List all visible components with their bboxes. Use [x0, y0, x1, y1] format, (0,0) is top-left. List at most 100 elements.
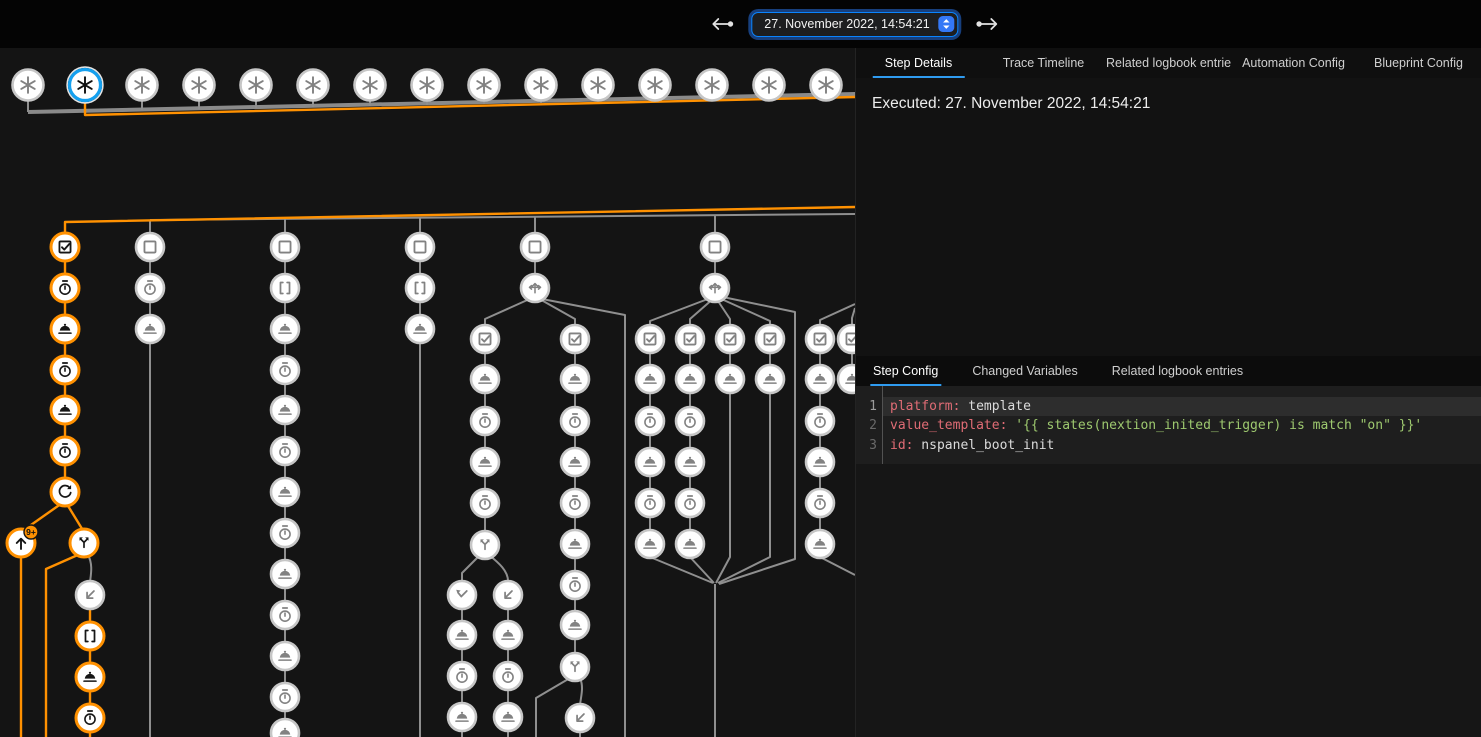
- node-asterisk[interactable]: [298, 70, 329, 101]
- node-call-split[interactable]: [70, 529, 98, 557]
- node-timer[interactable]: [494, 662, 522, 690]
- node-service[interactable]: [806, 448, 834, 476]
- node-choose[interactable]: [701, 274, 729, 302]
- node-timer[interactable]: [806, 489, 834, 517]
- node-checkbox-blank[interactable]: [136, 233, 164, 261]
- node-call-split[interactable]: [471, 531, 499, 559]
- node-asterisk[interactable]: [67, 67, 103, 103]
- node-service[interactable]: [636, 448, 664, 476]
- node-checkbox-marked[interactable]: [676, 325, 704, 353]
- select-stepper-icon[interactable]: [939, 16, 955, 32]
- node-checkbox-marked[interactable]: [471, 325, 499, 353]
- node-asterisk[interactable]: [13, 70, 44, 101]
- code-line[interactable]: id: nspanel_boot_init: [883, 436, 1481, 455]
- node-refresh[interactable]: [51, 478, 79, 506]
- node-timer[interactable]: [271, 519, 299, 547]
- tab-related-logbook-entries[interactable]: Related logbook entries: [1106, 48, 1231, 78]
- node-timer[interactable]: [471, 407, 499, 435]
- node-service[interactable]: [136, 315, 164, 343]
- next-trace-button[interactable]: [974, 14, 1004, 34]
- node-timer[interactable]: [636, 489, 664, 517]
- node-service[interactable]: [561, 365, 589, 393]
- node-service[interactable]: [494, 703, 522, 731]
- node-service[interactable]: [51, 396, 79, 424]
- trace-date-selector[interactable]: 27. November 2022, 14:54:21: [751, 12, 958, 37]
- node-checkbox-blank[interactable]: [406, 233, 434, 261]
- node-checkbox-marked[interactable]: [636, 325, 664, 353]
- tab-automation-config[interactable]: Automation Config: [1231, 48, 1356, 78]
- tab-related-logbook-entries[interactable]: Related logbook entries: [1095, 356, 1260, 386]
- code-editor[interactable]: 123 platform: templatevalue_template: '{…: [856, 386, 1481, 464]
- prev-trace-button[interactable]: [706, 14, 736, 34]
- node-asterisk[interactable]: [127, 70, 158, 101]
- node-brackets[interactable]: [76, 622, 104, 650]
- node-asterisk[interactable]: [412, 70, 443, 101]
- node-arrow-bottom-left[interactable]: [494, 581, 522, 609]
- node-timer[interactable]: [51, 437, 79, 465]
- node-service[interactable]: [471, 365, 499, 393]
- node-checkbox-marked[interactable]: [51, 233, 79, 261]
- node-timer[interactable]: [636, 407, 664, 435]
- node-arrow-bottom-left[interactable]: [76, 581, 104, 609]
- node-service[interactable]: [51, 315, 79, 343]
- node-service[interactable]: [838, 365, 855, 393]
- node-check-arrow[interactable]: [448, 581, 476, 609]
- node-asterisk[interactable]: [184, 70, 215, 101]
- node-choose[interactable]: [521, 274, 549, 302]
- node-timer[interactable]: [51, 356, 79, 384]
- tab-changed-variables[interactable]: Changed Variables: [955, 356, 1094, 386]
- node-service[interactable]: [676, 530, 704, 558]
- node-service[interactable]: [561, 611, 589, 639]
- node-asterisk[interactable]: [526, 70, 557, 101]
- node-service[interactable]: [406, 315, 434, 343]
- node-checkbox-blank[interactable]: [271, 233, 299, 261]
- tab-step-details[interactable]: Step Details: [856, 48, 981, 78]
- node-timer[interactable]: [271, 356, 299, 384]
- node-service[interactable]: [271, 315, 299, 343]
- node-timer[interactable]: [76, 704, 104, 732]
- node-checkbox-marked[interactable]: [561, 325, 589, 353]
- node-service[interactable]: [271, 560, 299, 588]
- node-timer[interactable]: [676, 489, 704, 517]
- node-service[interactable]: [271, 478, 299, 506]
- tab-blueprint-config[interactable]: Blueprint Config: [1356, 48, 1481, 78]
- node-timer[interactable]: [51, 274, 79, 302]
- node-checkbox-marked[interactable]: [838, 325, 855, 353]
- node-arrow-bottom-left[interactable]: [566, 704, 594, 732]
- node-service[interactable]: [806, 530, 834, 558]
- node-checkbox-marked[interactable]: [806, 325, 834, 353]
- node-checkbox-blank[interactable]: [701, 233, 729, 261]
- node-service[interactable]: [76, 663, 104, 691]
- node-checkbox-marked[interactable]: [716, 325, 744, 353]
- node-service[interactable]: [716, 365, 744, 393]
- tab-trace-timeline[interactable]: Trace Timeline: [981, 48, 1106, 78]
- node-service[interactable]: [471, 448, 499, 476]
- node-service[interactable]: [806, 365, 834, 393]
- node-timer[interactable]: [471, 489, 499, 517]
- trace-graph[interactable]: 9+: [0, 48, 855, 737]
- tab-step-config[interactable]: Step Config: [856, 356, 955, 386]
- node-asterisk[interactable]: [754, 70, 785, 101]
- node-asterisk[interactable]: [583, 70, 614, 101]
- node-service[interactable]: [448, 703, 476, 731]
- code-line[interactable]: platform: template: [883, 397, 1481, 416]
- node-service[interactable]: [636, 365, 664, 393]
- node-service[interactable]: [676, 365, 704, 393]
- node-call-split[interactable]: [561, 653, 589, 681]
- node-asterisk[interactable]: [469, 70, 500, 101]
- node-timer[interactable]: [676, 407, 704, 435]
- node-service[interactable]: [448, 621, 476, 649]
- node-brackets[interactable]: [271, 274, 299, 302]
- node-asterisk[interactable]: [241, 70, 272, 101]
- node-service[interactable]: [561, 530, 589, 558]
- node-asterisk[interactable]: [355, 70, 386, 101]
- node-service[interactable]: [676, 448, 704, 476]
- node-timer[interactable]: [448, 662, 476, 690]
- node-timer[interactable]: [271, 437, 299, 465]
- node-timer[interactable]: [561, 489, 589, 517]
- code-line[interactable]: value_template: '{{ states(nextion_inite…: [883, 416, 1481, 435]
- node-asterisk[interactable]: [811, 70, 842, 101]
- node-asterisk[interactable]: [640, 70, 671, 101]
- node-service[interactable]: [271, 719, 299, 737]
- node-service[interactable]: [494, 621, 522, 649]
